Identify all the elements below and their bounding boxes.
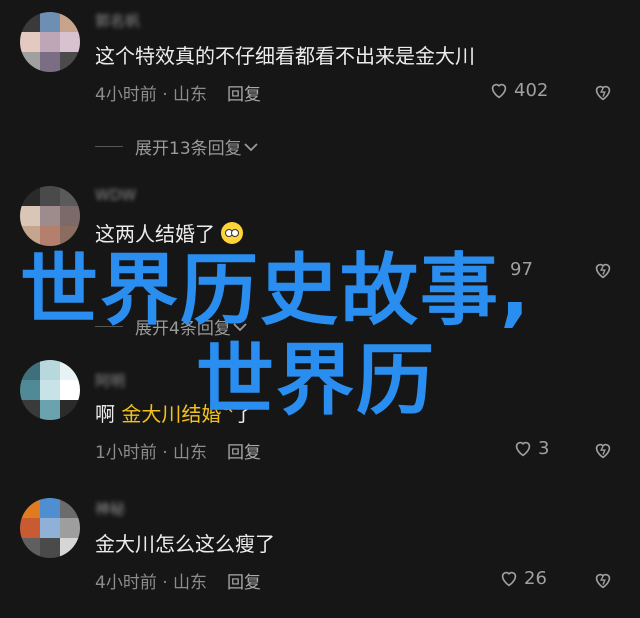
avatar-mosaic-tile (60, 206, 80, 226)
like-count: 3 (538, 437, 550, 459)
avatar-mosaic-tile (40, 538, 60, 558)
avatar-mosaic-tile (20, 12, 40, 32)
reply-button[interactable]: 回复 (227, 85, 261, 105)
avatar-mosaic-tile (20, 32, 40, 52)
avatar[interactable] (20, 498, 80, 558)
comment-username[interactable]: 神秘 (95, 498, 125, 519)
dislike-icon[interactable] (592, 259, 614, 281)
avatar-mosaic-tile (60, 32, 80, 52)
avatar-mosaic-tile (60, 538, 80, 558)
avatar-mosaic-tile (40, 206, 60, 226)
comment-text: 金大川怎么这么瘦了 (95, 532, 275, 556)
comment-time: 4小时前 · 山东 (95, 573, 208, 593)
avatar-mosaic-tile (40, 32, 60, 52)
comment-username[interactable]: WDW (95, 186, 136, 204)
comment-time: 1小时前 · 山东 (95, 443, 208, 463)
dislike-icon[interactable] (592, 81, 614, 103)
comment-username[interactable]: 郭名帆 (95, 10, 140, 31)
dislike-icon[interactable] (592, 439, 614, 461)
avatar-mosaic-tile (40, 498, 60, 518)
comment-meta: 4小时前 · 山东 回复 (95, 568, 261, 593)
avatar-mosaic-tile (40, 400, 60, 420)
expand-replies-button[interactable]: 展开13条回复 (95, 134, 258, 159)
avatar-mosaic-tile (60, 518, 80, 538)
comment-time: 4小时前 · 山东 (95, 85, 208, 105)
avatar-mosaic-tile (60, 400, 80, 420)
comment-text: 这个特效真的不仔细看都看不出来是金大川 (95, 44, 475, 68)
avatar-mosaic-tile (60, 12, 80, 32)
avatar-mosaic-tile (60, 498, 80, 518)
avatar-mosaic-tile (20, 518, 40, 538)
divider (95, 146, 123, 147)
avatar-mosaic-tile (20, 52, 40, 72)
avatar-mosaic-tile (20, 360, 40, 380)
like-button[interactable]: 402 (488, 79, 548, 101)
avatar-mosaic-tile (60, 360, 80, 380)
heart-icon (515, 441, 531, 457)
comment-meta: 4小时前 · 山东 回复 (95, 80, 261, 105)
chevron-down-icon (244, 142, 258, 151)
heart-icon (501, 571, 517, 587)
avatar-mosaic-tile (60, 186, 80, 206)
like-button[interactable]: 3 (512, 437, 549, 459)
avatar-mosaic-tile (20, 186, 40, 206)
avatar-mosaic-tile (20, 380, 40, 400)
avatar-mosaic-tile (40, 518, 60, 538)
like-count: 402 (514, 79, 549, 101)
avatar-mosaic-tile (60, 52, 80, 72)
avatar-mosaic-tile (40, 360, 60, 380)
comment-username[interactable]: 阿明 (95, 370, 125, 391)
avatar-mosaic-tile (40, 52, 60, 72)
avatar-mosaic-tile (20, 538, 40, 558)
avatar-mosaic-tile (40, 12, 60, 32)
heart-icon (491, 83, 507, 99)
overlay-title-continued: 世界历 (196, 336, 437, 426)
comment-meta: 1小时前 · 山东 回复 (95, 438, 261, 463)
avatar-mosaic-tile (20, 400, 40, 420)
avatar[interactable] (20, 12, 80, 72)
avatar-mosaic-tile (40, 380, 60, 400)
avatar-mosaic-tile (40, 186, 60, 206)
reply-button[interactable]: 回复 (227, 573, 261, 593)
dislike-icon[interactable] (592, 569, 614, 591)
avatar-mosaic-tile (60, 380, 80, 400)
avatar[interactable] (20, 360, 80, 420)
reply-button[interactable]: 回复 (227, 443, 261, 463)
avatar-mosaic-tile (20, 498, 40, 518)
expand-replies-label: 展开13条回复 (135, 139, 242, 159)
avatar-mosaic-tile (20, 206, 40, 226)
comment-text-prefix: 啊 (95, 402, 122, 426)
like-button[interactable]: 26 (498, 567, 547, 589)
like-count: 26 (524, 567, 547, 589)
